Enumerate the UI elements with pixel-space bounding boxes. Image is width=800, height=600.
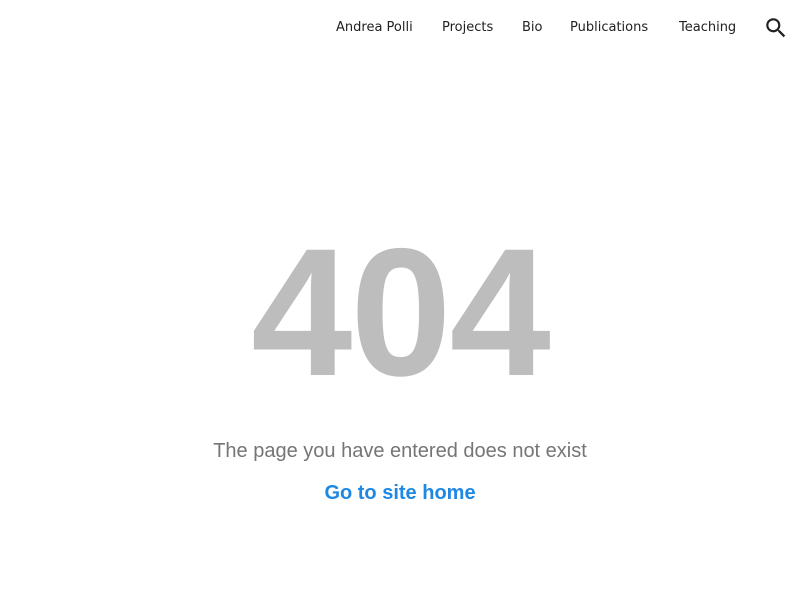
home-link-container: Go to site home bbox=[0, 480, 800, 506]
error-code: 404 bbox=[251, 210, 551, 414]
nav-item-teaching[interactable]: Teaching bbox=[679, 18, 736, 38]
nav-item-publications[interactable]: Publications bbox=[570, 18, 648, 38]
nav-item-andrea-polli[interactable]: Andrea Polli bbox=[336, 18, 413, 38]
page: Andrea Polli Projects Bio Publications T… bbox=[0, 0, 800, 600]
go-to-site-home-link[interactable]: Go to site home bbox=[324, 482, 475, 504]
error-message: The page you have entered does not exist bbox=[213, 440, 587, 462]
nav-item-bio[interactable]: Bio bbox=[522, 18, 542, 38]
search-icon bbox=[763, 15, 789, 41]
search-button[interactable] bbox=[763, 15, 789, 41]
top-navigation: Andrea Polli Projects Bio Publications T… bbox=[0, 0, 800, 56]
nav-item-projects[interactable]: Projects bbox=[442, 18, 493, 38]
